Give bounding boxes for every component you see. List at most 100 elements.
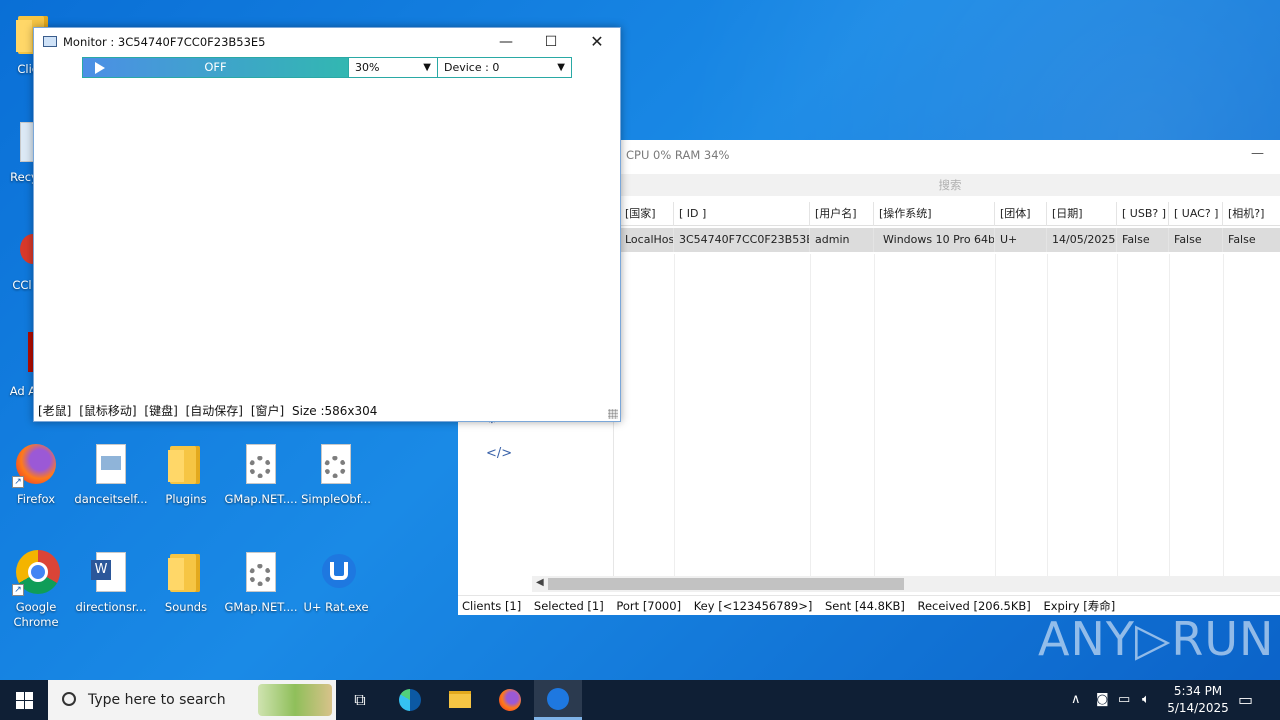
taskbar-clock[interactable]: 5:34 PM 5/14/2025	[1160, 683, 1236, 717]
taskbar-search-placeholder: Type here to search	[88, 692, 226, 708]
desktop-icon-sounds[interactable]: Sounds	[148, 548, 224, 615]
desktop-icon-label: Firefox	[16, 492, 56, 506]
desktop-icon-gmap-1[interactable]: GMap.NET....	[223, 440, 299, 507]
scroll-left-arrow-icon[interactable]: ◀	[536, 577, 544, 588]
keyboard-toggle[interactable]: [键盘]	[144, 404, 177, 418]
volume-icon[interactable]: 🔈︎	[1142, 680, 1150, 720]
task-view-button[interactable]: ⧉	[336, 680, 384, 720]
resize-grip[interactable]	[608, 409, 618, 419]
desktop-icon-chrome[interactable]: ↗ Google Chrome	[0, 548, 74, 630]
monitor-options-bar: [老鼠] [鼠标移动] [键盘] [自动保存] [窗户] Size :586x3…	[38, 402, 381, 419]
desktop-icon-label: GMap.NET....	[224, 492, 298, 506]
window-toggle[interactable]: [窗户]	[251, 404, 284, 418]
window-titlebar[interactable]: Monitor : 3C54740F7CC0F23B53E5 — ☐ ✕	[34, 28, 620, 56]
maximize-button[interactable]: ☐	[528, 28, 574, 56]
column-header-camera[interactable]: [相机?]	[1223, 202, 1280, 226]
meet-now-icon[interactable]: ◙	[1096, 680, 1109, 720]
windows-logo-icon-part	[25, 692, 33, 700]
cell-group: U+	[995, 228, 1047, 252]
grid-line	[995, 254, 996, 578]
desktop-icon-simpleobf[interactable]: SimpleObf...	[298, 440, 374, 507]
grid-line	[674, 254, 675, 578]
firefox-icon	[499, 689, 521, 711]
desktop-icon-label: SimpleObf...	[301, 492, 371, 506]
status-clients: Clients [1]	[462, 599, 522, 613]
desktop-icon-gmap-2[interactable]: GMap.NET....	[223, 548, 299, 615]
edge-taskbar-button[interactable]	[386, 680, 434, 720]
desktop-icon-urat[interactable]: U+ Rat.exe	[298, 548, 374, 615]
desktop-icon-directions[interactable]: W directionsr...	[73, 548, 149, 615]
desktop-icon-danceitself[interactable]: danceitself...	[73, 440, 149, 507]
edge-icon	[399, 689, 421, 711]
code-icon[interactable]: </>	[486, 446, 512, 461]
cell-usb: False	[1117, 228, 1169, 252]
table-header: [国家] [ ID ] [用户名] [操作系统] [团体] [日期] [ USB…	[620, 202, 1280, 226]
column-header-group[interactable]: [团体]	[995, 202, 1047, 226]
urat-taskbar-button[interactable]	[534, 680, 582, 720]
network-icon[interactable]: ▭	[1118, 680, 1130, 720]
cell-camera: False	[1228, 233, 1256, 246]
firefox-icon: ↗	[12, 440, 60, 488]
search-icon	[62, 692, 76, 706]
minimize-button[interactable]: —	[483, 28, 529, 56]
monitor-toolbar: OFF 30% ▼ Device : 0 ▼	[82, 57, 572, 78]
column-header-uac[interactable]: [ UAC? ]	[1169, 202, 1223, 226]
mouse-toggle[interactable]: [老鼠]	[38, 404, 71, 418]
table-row[interactable]: LocalHost 3C54740F7CC0F23B53E5 admin Win…	[620, 228, 1280, 252]
taskbar-search-box[interactable]: Type here to search	[48, 680, 336, 720]
scrollbar-thumb[interactable]	[548, 578, 904, 590]
desktop-icon-firefox[interactable]: ↗ Firefox	[0, 440, 74, 507]
cell-username: admin	[810, 228, 874, 252]
status-received: Received [206.5KB]	[917, 599, 1031, 613]
close-button[interactable]: ✕	[574, 28, 620, 56]
chevron-down-icon: ▼	[557, 62, 565, 73]
folder-icon	[449, 691, 471, 708]
monitor-window: Monitor : 3C54740F7CC0F23B53E5 — ☐ ✕ OFF…	[33, 27, 621, 422]
column-header-id[interactable]: [ ID ]	[674, 202, 810, 226]
image-file-icon	[87, 440, 135, 488]
folder-icon	[162, 548, 210, 596]
clock-time: 5:34 PM	[1173, 684, 1223, 698]
quality-select[interactable]: 30% ▼	[348, 58, 437, 77]
desktop-icon-label: Sounds	[164, 600, 208, 614]
start-button[interactable]	[0, 680, 48, 720]
cell-country: LocalHost	[620, 228, 674, 252]
status-port: Port [7000]	[616, 599, 682, 613]
taskbar: Type here to search ⧉ ∧ ◙ ▭ 🔈︎ 5:34 PM 5…	[0, 680, 1280, 720]
autosave-toggle[interactable]: [自动保存]	[186, 404, 243, 418]
status-expiry: Expiry [寿命]	[1043, 599, 1116, 613]
column-header-username[interactable]: [用户名]	[810, 202, 874, 226]
grid-line	[1223, 254, 1224, 578]
folder-icon	[162, 440, 210, 488]
device-select[interactable]: Device : 0 ▼	[437, 58, 571, 77]
start-toggle-button[interactable]: OFF	[83, 58, 348, 77]
size-label: Size :586x304	[292, 404, 378, 418]
urat-app-icon	[312, 548, 360, 596]
cell-id: 3C54740F7CC0F23B53E5	[674, 228, 810, 252]
grid-line	[810, 254, 811, 578]
mouse-move-toggle[interactable]: [鼠标移动]	[79, 404, 136, 418]
desktop-icon-label: Plugins	[165, 492, 207, 506]
window-title: Monitor : 3C54740F7CC0F23B53E5	[63, 35, 266, 49]
desktop-icon-plugins[interactable]: Plugins	[148, 440, 224, 507]
windows-logo-icon-part	[16, 701, 24, 709]
cpu-ram-text: CPU 0% RAM 34%	[626, 148, 730, 162]
grid-line	[1169, 254, 1170, 578]
chevron-down-icon: ▼	[423, 62, 431, 73]
column-header-date[interactable]: [日期]	[1047, 202, 1117, 226]
file-explorer-taskbar-button[interactable]	[436, 680, 484, 720]
device-value: Device : 0	[444, 61, 500, 74]
urat-app-icon	[547, 688, 569, 710]
firefox-taskbar-button[interactable]	[486, 680, 534, 720]
column-header-country[interactable]: [国家]	[620, 202, 674, 226]
desktop-icon-label: GMap.NET....	[224, 600, 298, 614]
horizontal-scrollbar[interactable]: ◀	[532, 576, 1280, 592]
status-sent: Sent [44.8KB]	[824, 599, 905, 613]
notifications-icon[interactable]: ▭	[1238, 680, 1253, 720]
column-header-usb[interactable]: [ USB? ]	[1117, 202, 1169, 226]
show-hidden-icons-button[interactable]: ∧	[1071, 680, 1081, 720]
app-minimize-button[interactable]: —	[1251, 146, 1264, 161]
cell-date: 14/05/2025	[1047, 228, 1117, 252]
column-header-os[interactable]: [操作系统]	[874, 202, 995, 226]
search-input[interactable]: 搜索	[620, 174, 1280, 196]
